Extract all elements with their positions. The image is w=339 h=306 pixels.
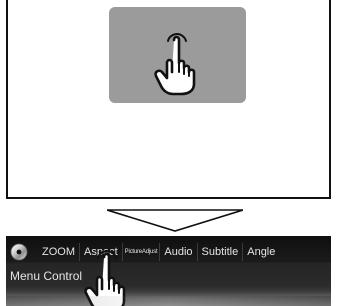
- down-arrow-icon: [107, 209, 243, 232]
- screen-frame: [6, 0, 331, 199]
- preview-bottom-shadow: [6, 296, 331, 306]
- tab-audio[interactable]: Audio: [159, 243, 196, 261]
- touch-target[interactable]: [109, 7, 246, 103]
- disc-icon: [10, 243, 28, 261]
- toolbar: ZOOM Aspect PictureAdjust Audio Subtitle…: [6, 240, 331, 264]
- tab-angle[interactable]: Angle: [242, 243, 279, 261]
- tab-zoom[interactable]: ZOOM: [38, 243, 79, 261]
- device-screen-preview: ZOOM Aspect PictureAdjust Audio Subtitle…: [6, 236, 331, 306]
- menu-control-label[interactable]: Menu Control: [10, 268, 82, 284]
- tab-subtitle[interactable]: Subtitle: [196, 243, 243, 261]
- hand-pointer-icon: [154, 33, 196, 96]
